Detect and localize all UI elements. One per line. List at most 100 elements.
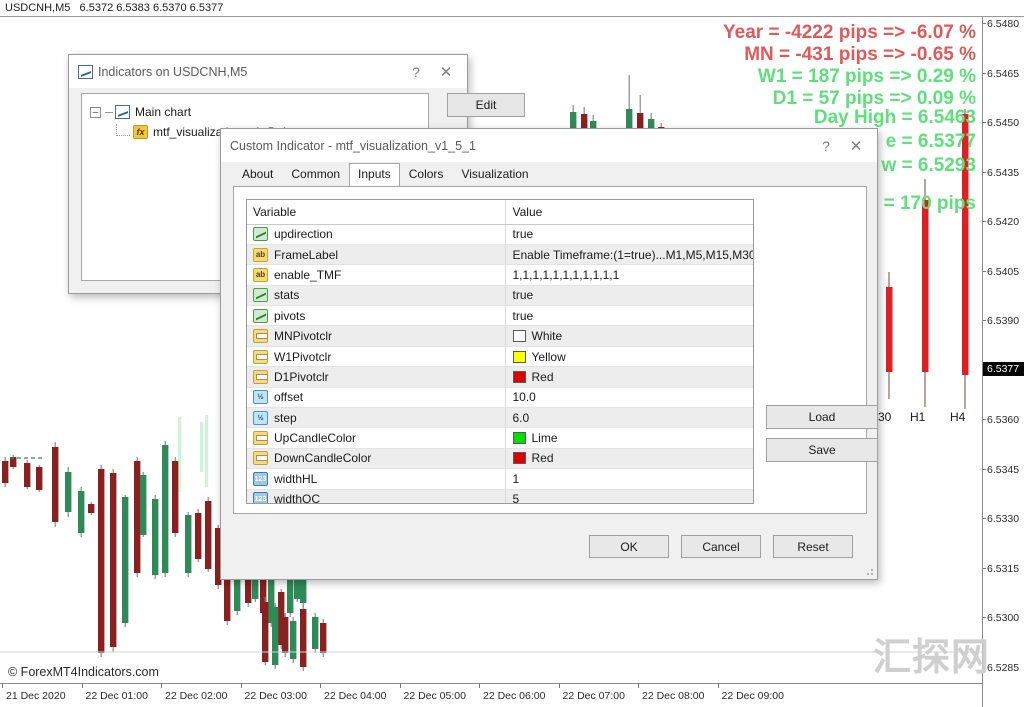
cell-variable: 123 widthHL (247, 468, 505, 490)
table-row[interactable]: UpCandleColor Lime (247, 427, 753, 449)
cell-value[interactable]: White (504, 325, 753, 347)
current-price-badge: 6.5377 (983, 361, 1024, 376)
indicators-button-group: Edit (447, 93, 525, 124)
custom-indicator-dialog[interactable]: Custom Indicator - mtf_visualization_v1_… (220, 128, 878, 580)
value-text: Red (531, 369, 554, 384)
tree-connector-elbow (116, 123, 130, 136)
value-text: Lime (531, 431, 558, 446)
load-button[interactable]: Load (766, 405, 878, 429)
variable-name: widthHL (274, 471, 318, 486)
table-row[interactable]: W1Pivotclr Yellow (247, 346, 753, 368)
inputs-tab-panel: Variable Value updirection true ab FrameLab… (233, 186, 878, 514)
time-tick: 22 Dec 06:00 (478, 683, 546, 702)
str-type-icon: ab (253, 247, 268, 262)
stat-w1: W1 = 187 pips => 0.29 % (757, 66, 976, 87)
time-tick: 22 Dec 08:00 (637, 683, 705, 702)
save-button[interactable]: Save (766, 438, 878, 462)
collapse-icon[interactable]: – (90, 106, 101, 118)
cancel-button[interactable]: Cancel (681, 535, 761, 558)
price-tick: 6.5465 (982, 67, 1020, 80)
color-swatch (512, 330, 526, 343)
variable-name: offset (274, 390, 304, 405)
inputs-grid-body: updirection true ab FrameLabel Enable Timefr… (247, 224, 753, 503)
time-tick: 22 Dec 07:00 (558, 683, 625, 702)
table-row[interactable]: stats true (247, 285, 753, 307)
price-tick: 6.5345 (982, 463, 1020, 476)
tree-row-main-chart[interactable]: – Main chart (90, 102, 428, 122)
table-row[interactable]: D1Pivotclr Red (247, 366, 753, 388)
cell-value[interactable]: 1 (504, 468, 753, 490)
table-row[interactable]: 123 widthOC 5 (247, 489, 753, 503)
resize-grip[interactable] (864, 566, 874, 576)
tab-visualization[interactable]: Visualization (452, 163, 537, 186)
value-text: true (512, 308, 534, 323)
time-tick: 22 Dec 01:00 (81, 683, 148, 702)
table-row[interactable]: DownCandleColor Red (247, 448, 753, 470)
cell-variable: ½ offset (247, 387, 505, 409)
value-text: 10.0 (512, 390, 536, 405)
custom-indicator-titlebar[interactable]: Custom Indicator - mtf_visualization_v1_… (221, 129, 877, 162)
cell-variable: stats (247, 285, 505, 307)
cell-value[interactable]: 6.0 (504, 407, 753, 429)
stats-overlay: Year = -4222 pips => -6.07 % MN = -431 p… (723, 22, 976, 110)
grid-header-row: Variable Value (247, 200, 753, 225)
tree-connector (105, 111, 113, 113)
custom-indicator-title: Custom Indicator - mtf_visualization_v1_… (230, 138, 476, 153)
tab-common[interactable]: Common (282, 163, 349, 186)
cell-value[interactable]: Red (504, 366, 753, 388)
cell-value[interactable]: true (504, 285, 753, 307)
cell-value[interactable]: Enable Timeframe:(1=true)...M1,M5,M15,M3… (504, 244, 753, 266)
cell-variable: D1Pivotclr (247, 366, 505, 388)
cell-variable: ab enable_TMF (247, 264, 505, 286)
tab-colors[interactable]: Colors (400, 163, 453, 186)
indicators-dialog-titlebar[interactable]: Indicators on USDCNH,M5 ? ✕ (69, 55, 467, 88)
table-row[interactable]: MNPivotclr White (247, 325, 753, 347)
reset-button[interactable]: Reset (773, 535, 853, 558)
str-type-icon: ab (253, 267, 268, 282)
time-scale[interactable]: 21 Dec 2020 22 Dec 01:00 22 Dec 02:00 22 De… (0, 683, 982, 707)
cell-value[interactable]: true (504, 305, 753, 327)
time-tick: 22 Dec 03:00 (240, 683, 307, 702)
stat-year: Year = -4222 pips => -6.07 % (723, 22, 976, 43)
table-row[interactable]: updirection true (247, 224, 753, 245)
cell-value[interactable]: Lime (504, 427, 753, 449)
cell-variable: W1Pivotclr (247, 346, 505, 368)
value-text: true (512, 227, 534, 242)
dialog-footer: OK Cancel Reset (221, 519, 879, 581)
copyright-label: © ForexMT4Indicators.com (8, 665, 159, 679)
bool-type-icon (253, 308, 268, 323)
table-row[interactable]: pivots true (247, 305, 753, 327)
table-row[interactable]: ½ offset 10.0 (247, 387, 753, 409)
cell-value[interactable]: 1,1,1,1,1,1,1,1,1,1,1 (504, 264, 753, 286)
edit-button[interactable]: Edit (447, 93, 525, 117)
price-scale[interactable]: 6.5480 6.5465 6.5450 6.5435 6.5420 6.5405 6.53… (982, 17, 1024, 707)
column-header-value: Value (504, 200, 753, 225)
close-icon[interactable]: ✕ (431, 59, 461, 85)
value-text: Red (531, 451, 554, 466)
cell-value[interactable]: true (504, 224, 753, 245)
table-row[interactable]: 123 widthHL 1 (247, 468, 753, 490)
tab-about[interactable]: About (233, 163, 282, 186)
time-tick: 22 Dec 09:00 (717, 683, 784, 702)
value-text: 6.0 (512, 410, 530, 425)
symbol-quote-bar: USDCNH,M5 6.5372 6.5383 6.5370 6.5377 (0, 0, 1024, 17)
variable-name: MNPivotclr (274, 329, 333, 344)
table-row[interactable]: ab enable_TMF 1,1,1,1,1,1,1,1,1,1,1 (247, 264, 753, 286)
price-tick: 6.5390 (982, 315, 1020, 327)
variable-name: updirection (274, 227, 333, 242)
close-icon[interactable]: ✕ (841, 133, 871, 159)
cell-value[interactable]: 5 (504, 489, 753, 503)
cell-value[interactable]: 10.0 (504, 387, 753, 409)
value-text: 1,1,1,1,1,1,1,1,1,1,1 (512, 267, 620, 282)
table-row[interactable]: ½ step 6.0 (247, 407, 753, 429)
variable-name: UpCandleColor (274, 431, 357, 446)
ok-button[interactable]: OK (589, 535, 669, 558)
cell-value[interactable]: Yellow (504, 346, 753, 368)
help-icon[interactable]: ? (811, 133, 841, 159)
tab-inputs[interactable]: Inputs (349, 163, 400, 187)
value-text: true (512, 288, 534, 303)
inputs-grid-container[interactable]: Variable Value updirection true ab FrameLab… (246, 199, 754, 504)
table-row[interactable]: ab FrameLabel Enable Timeframe:(1=true)...… (247, 244, 753, 266)
help-icon[interactable]: ? (401, 59, 431, 85)
cell-value[interactable]: Red (504, 448, 753, 470)
